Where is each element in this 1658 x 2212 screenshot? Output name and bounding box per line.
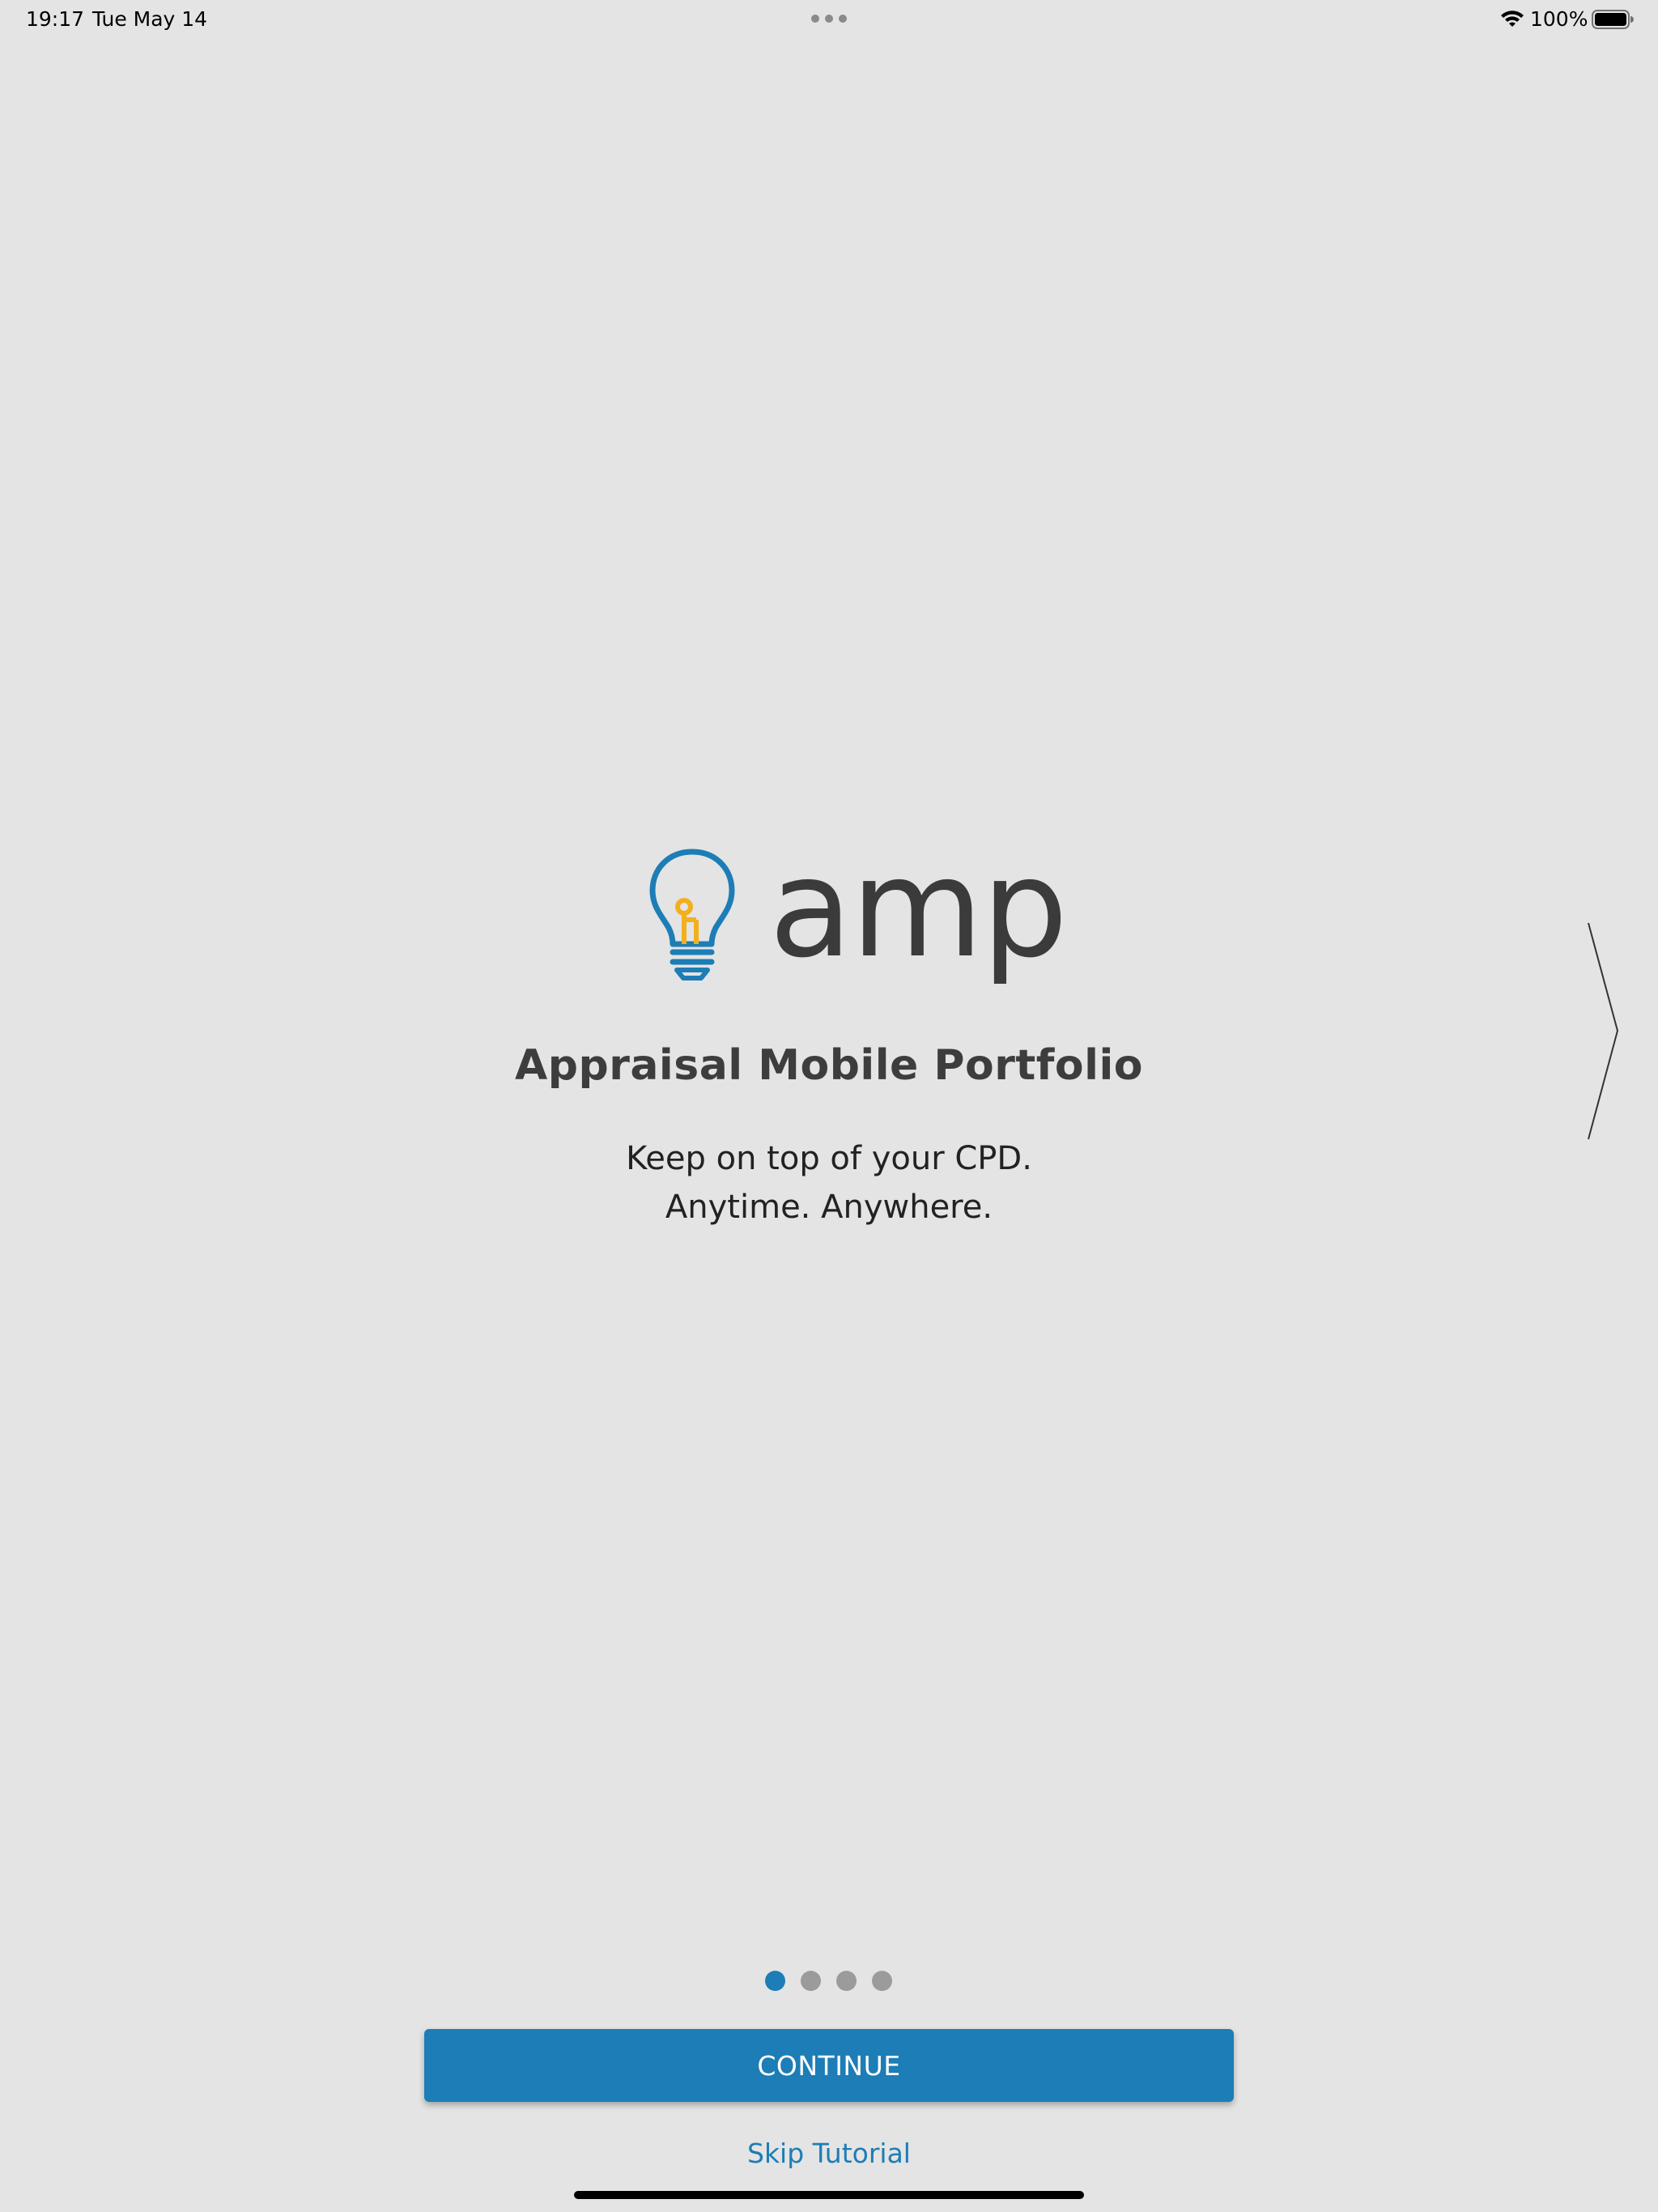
app-title: Appraisal Mobile Portfolio [515,1041,1143,1090]
page-indicator[interactable] [765,1971,893,1992]
skip-tutorial-link[interactable]: Skip Tutorial [0,2138,1658,2169]
next-page-chevron-icon[interactable] [1587,920,1619,1142]
tagline-line-1: Keep on top of your CPD. [626,1140,1032,1177]
battery-percentage: 100% [1530,7,1588,31]
amp-logo: amp [648,840,1068,994]
battery-icon [1592,10,1634,29]
page-dot-4[interactable] [872,1971,892,1991]
wifi-icon [1501,11,1524,27]
amp-wordmark: amp [769,829,1068,988]
page-dot-1[interactable] [765,1971,785,1991]
status-bar: 19:17 Tue May 14 100% [0,0,1658,39]
page-dot-2[interactable] [801,1971,821,1991]
home-indicator[interactable] [574,2191,1084,2199]
continue-button[interactable]: CONTINUE [424,2029,1234,2102]
multitasking-menu-icon[interactable] [811,15,847,23]
page-dot-3[interactable] [836,1971,857,1991]
status-date: Tue May 14 [92,7,208,31]
status-time: 19:17 [26,7,85,31]
tagline-line-2: Anytime. Anywhere. [665,1189,993,1226]
lightbulb-icon [649,849,735,981]
